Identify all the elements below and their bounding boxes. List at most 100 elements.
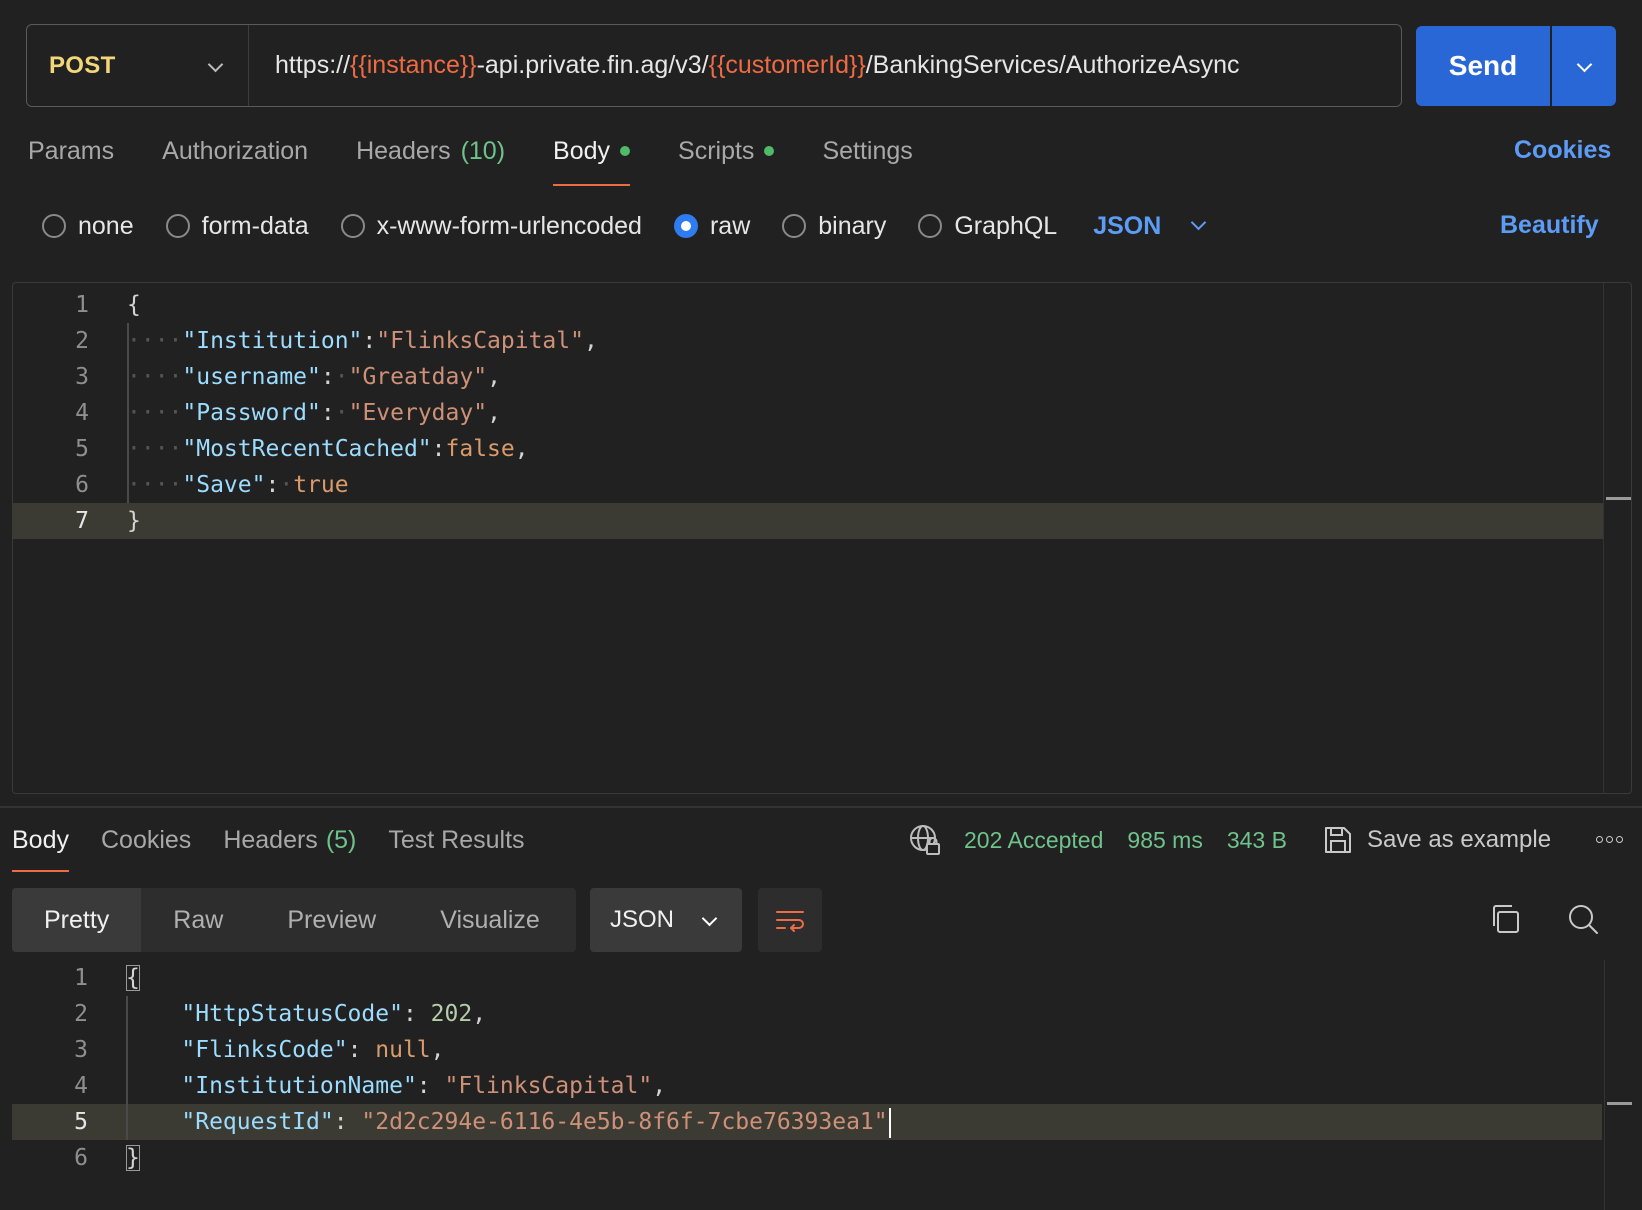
res-tab-cookies[interactable]: Cookies [101,822,191,872]
search-icon[interactable] [1566,902,1600,936]
code-line[interactable]: 2 "HttpStatusCode": 202, [12,996,1602,1032]
code-token: , [472,1001,487,1027]
code-line[interactable]: 5 ····"MostRecentCached":false, [13,431,1603,467]
url-segment: -api.private.fin.ag/v3/ [476,51,709,79]
view-pretty[interactable]: Pretty [12,888,142,952]
code-token: } [126,1145,140,1171]
response-view-mode: Pretty Raw Preview Visualize [12,888,576,952]
code-token: , [514,436,529,462]
code-text: "FlinksCode": null, [126,1032,444,1068]
tab-headers[interactable]: Headers (10) [356,132,505,186]
radio-binary[interactable] [782,214,807,238]
code-line[interactable]: 4 "InstitutionName": "FlinksCapital", [12,1068,1602,1104]
tab-scripts[interactable]: Scripts [678,132,775,186]
code-token: "HttpStatusCode" [181,1001,403,1027]
send-options-button[interactable] [1552,26,1616,106]
url-input[interactable]: https://{{instance}}-api.private.fin.ag/… [249,51,1240,80]
code-line[interactable]: 1{ [12,960,1602,996]
cookies-link[interactable]: Cookies [1514,136,1611,165]
copy-icon[interactable] [1488,902,1522,936]
code-line[interactable]: 3 "FlinksCode": null, [12,1032,1602,1068]
vertical-scrollbar[interactable] [1603,283,1631,793]
code-token: · [334,364,349,390]
code-token: · [279,472,294,498]
beautify-button[interactable]: Beautify [1500,211,1599,240]
chevron-down-icon [702,913,716,927]
wrap-lines-icon [776,911,804,932]
view-preview[interactable]: Preview [255,888,408,952]
request-body-editor[interactable]: 1{2 ····"Institution":"FlinksCapital", 3 ··… [12,282,1632,794]
view-raw[interactable]: Raw [141,888,255,952]
code-token: ···· [127,400,183,426]
tab-params[interactable]: Params [28,132,114,186]
code-token: : [402,1001,431,1027]
line-number: 5 [74,1109,88,1135]
line-number: 5 [75,436,89,462]
code-token: false [445,436,515,462]
globe-icon[interactable] [908,823,942,857]
wrap-lines-button[interactable] [758,888,822,952]
code-token: : [333,1109,362,1135]
code-line[interactable]: 3 ····"username":·"Greatday", [13,359,1603,395]
code-token: : [431,436,446,462]
view-visualize[interactable]: Visualize [408,888,572,952]
save-icon[interactable] [1323,825,1353,855]
res-headers-count: (5) [325,826,357,854]
code-line[interactable]: 6 ····"Save":·true [13,467,1603,503]
radio-urlencoded[interactable] [340,214,365,238]
code-line[interactable]: 2 ····"Institution":"FlinksCapital", [13,323,1603,359]
code-token: "Institution" [182,328,363,354]
code-token: , [652,1073,667,1099]
send-button[interactable]: Send [1416,26,1550,106]
code-token: null [375,1037,431,1063]
response-time[interactable]: 985 ms [1127,827,1202,854]
response-body-viewer[interactable]: 1{2 "HttpStatusCode": 202, 3 "FlinksCode"… [12,960,1632,1210]
chevron-down-icon [208,59,222,73]
scrollbar-thumb[interactable] [1606,497,1631,500]
res-tab-test-results[interactable]: Test Results [388,822,524,872]
save-as-example-button[interactable]: Save as example [1367,826,1551,854]
res-tab-headers[interactable]: Headers (5) [223,822,356,872]
code-token: : [347,1037,376,1063]
code-line[interactable]: 1{ [13,287,1603,323]
code-token: 202 [430,1001,473,1027]
radio-none[interactable] [42,214,66,238]
body-type-binary[interactable]: binary [782,212,886,241]
code-token: "RequestId" [181,1109,334,1135]
response-format-select[interactable]: JSON [590,888,742,952]
line-number: 1 [75,292,89,318]
code-line[interactable]: 4 ····"Password":·"Everyday", [13,395,1603,431]
code-token: "Greatday" [348,364,488,390]
body-type-raw[interactable]: raw [673,212,750,241]
tab-settings[interactable]: Settings [822,132,912,186]
code-token: , [487,364,501,390]
method-label: POST [49,51,116,79]
pane-divider[interactable] [0,806,1642,808]
vertical-scrollbar[interactable] [1604,960,1632,1210]
more-icon[interactable] [1596,836,1626,843]
tab-body[interactable]: Body [553,132,631,186]
body-type-none[interactable]: none [42,212,134,241]
code-line[interactable]: 5 "RequestId": "2d2c294e-6116-4e5b-8f6f-… [12,1104,1602,1140]
code-token: "FlinksCode" [181,1037,348,1063]
status-code[interactable]: 202 Accepted [964,827,1103,854]
response-size[interactable]: 343 B [1227,827,1287,854]
line-number: 7 [75,508,89,534]
body-type-form-data[interactable]: form-data [165,212,309,241]
code-line[interactable]: 6} [12,1140,1602,1176]
radio-raw[interactable] [673,214,698,238]
body-type-graphql[interactable]: GraphQL [918,212,1057,241]
radio-form-data[interactable] [165,214,190,238]
url-segment: https:// [275,51,351,79]
raw-format-select[interactable]: JSON [1093,212,1205,241]
res-tab-body[interactable]: Body [12,822,69,872]
code-line[interactable]: 7} [13,503,1603,539]
tab-authorization[interactable]: Authorization [162,132,308,186]
code-token: , [487,400,501,426]
method-select[interactable]: POST [27,25,249,106]
body-type-urlencoded[interactable]: x-www-form-urlencoded [340,212,642,241]
radio-graphql[interactable] [918,214,943,238]
scrollbar-thumb[interactable] [1607,1102,1632,1105]
